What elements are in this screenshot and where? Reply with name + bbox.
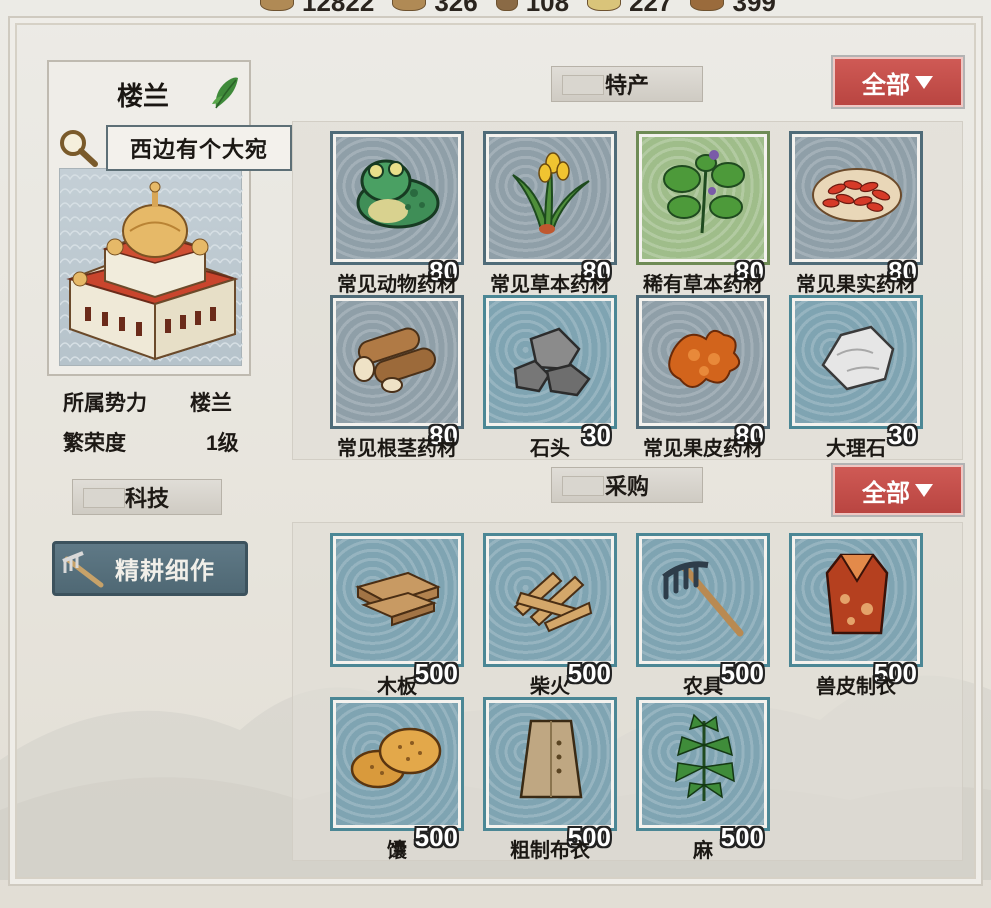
item-name: 常见果实药材 [796, 274, 916, 296]
palace-icon [60, 169, 243, 367]
coin-pouch-icon [260, 0, 294, 11]
resource-value: 108 [525, 0, 570, 17]
specialty-grid: 80 常见动物药材 80 常见草本药材 80 稀有草本药材 80 常见果实药材 … [292, 121, 963, 460]
herb-root-icon [690, 0, 725, 11]
chevron-down-icon [915, 484, 933, 497]
rake-icon [662, 561, 744, 637]
resource-bar: 12822 326 108 227 399 [260, 0, 776, 18]
item-card[interactable]: 80 常见动物药材 [330, 131, 464, 296]
item-name: 麻 [693, 840, 713, 861]
leaf-icon [212, 77, 238, 109]
item-card[interactable]: 500 木板 [330, 533, 464, 698]
root-slices-icon [353, 327, 436, 393]
item-name: 大理石 [826, 438, 886, 460]
faction-value: 楼兰 [190, 392, 232, 415]
purchase-title: 采购 [551, 467, 703, 503]
item-name: 柴火 [530, 676, 570, 698]
planks-icon [355, 571, 441, 627]
item-card[interactable]: 500 农具 [636, 533, 770, 698]
prosperity-label: 繁荣度 [63, 432, 126, 455]
marble-icon [821, 325, 895, 391]
item-card[interactable]: 30 石头 [483, 295, 617, 459]
resource-value: 227 [629, 0, 673, 17]
faction-label: 所属势力 [63, 392, 147, 415]
city-hint-tooltip: 西边有个大宛 [106, 125, 292, 171]
tech-button-label: 精耕细作 [115, 558, 215, 585]
resource-herbs: 399 [690, 0, 776, 18]
item-name: 常见根茎药材 [337, 438, 457, 460]
tech-title: 科技 [72, 479, 222, 515]
filter-label: 全部 [862, 479, 910, 507]
item-name: 常见果皮药材 [643, 438, 763, 460]
flatbread-icon [350, 727, 442, 789]
specialty-title: 特产 [551, 66, 703, 102]
item-card[interactable]: 80 稀有草本药材 [636, 131, 770, 296]
peel-icon [668, 329, 741, 388]
item-name: 稀有草本药材 [643, 274, 763, 296]
item-card[interactable]: 80 常见果实药材 [789, 131, 923, 296]
hemp-icon [675, 713, 735, 801]
city-illustration [59, 168, 243, 367]
firewood-icon [513, 571, 593, 633]
rare-herb-icon [663, 150, 745, 234]
item-name: 粗制布衣 [510, 840, 590, 861]
item-name: 农具 [683, 676, 723, 698]
stone-icon [513, 327, 591, 397]
item-card[interactable]: 500 麻 [636, 697, 770, 860]
filter-label: 全部 [862, 71, 910, 99]
purchase-grid: 500 木板 500 柴火 500 农具 500 兽皮制衣 500 馕 500 … [292, 522, 963, 861]
item-name: 常见动物药材 [337, 274, 457, 296]
tech-farming-button[interactable]: 精耕细作 [52, 541, 248, 596]
hammer-icon [495, 0, 518, 11]
item-card[interactable]: 30 大理石 [789, 295, 923, 459]
resource-coins: 12822 [260, 0, 374, 18]
toad-icon [356, 159, 440, 229]
item-name: 石头 [530, 438, 570, 460]
resource-tools: 108 [495, 0, 570, 18]
search-icon[interactable] [58, 128, 100, 168]
city-name: 楼兰 [117, 81, 170, 111]
resource-value: 399 [732, 0, 776, 17]
resource-value: 326 [434, 0, 478, 17]
cloth-robe-icon [519, 719, 583, 799]
resource-silver: 227 [587, 0, 672, 18]
item-card[interactable]: 80 常见果皮药材 [636, 295, 770, 459]
yellow-flower-herb-icon [512, 152, 590, 234]
goji-berry-icon [812, 168, 902, 222]
item-card[interactable]: 500 馕 [330, 697, 464, 860]
item-name: 常见草本药材 [490, 274, 610, 296]
grain-icon [392, 0, 427, 11]
prosperity-value: 1级 [206, 432, 239, 455]
item-name: 兽皮制衣 [816, 676, 896, 698]
resource-grain: 326 [392, 0, 478, 18]
item-name: 木板 [377, 676, 417, 698]
tech-title-text: 科技 [124, 486, 169, 511]
rake-icon [62, 550, 104, 587]
item-card[interactable]: 500 柴火 [483, 533, 617, 698]
item-card[interactable]: 500 兽皮制衣 [789, 533, 923, 698]
specialty-filter-dropdown[interactable]: 全部 [833, 57, 963, 107]
item-card[interactable]: 80 常见根茎药材 [330, 295, 464, 459]
chevron-down-icon [915, 76, 933, 89]
silver-icon [587, 0, 622, 11]
item-card[interactable]: 500 粗制布衣 [483, 697, 617, 860]
specialty-title-text: 特产 [604, 73, 649, 98]
item-name: 馕 [387, 840, 407, 861]
item-card[interactable]: 80 常见草本药材 [483, 131, 617, 296]
fur-coat-icon [825, 553, 889, 635]
purchase-filter-dropdown[interactable]: 全部 [833, 465, 963, 515]
resource-value: 12822 [302, 0, 375, 17]
purchase-title-text: 采购 [604, 474, 649, 499]
